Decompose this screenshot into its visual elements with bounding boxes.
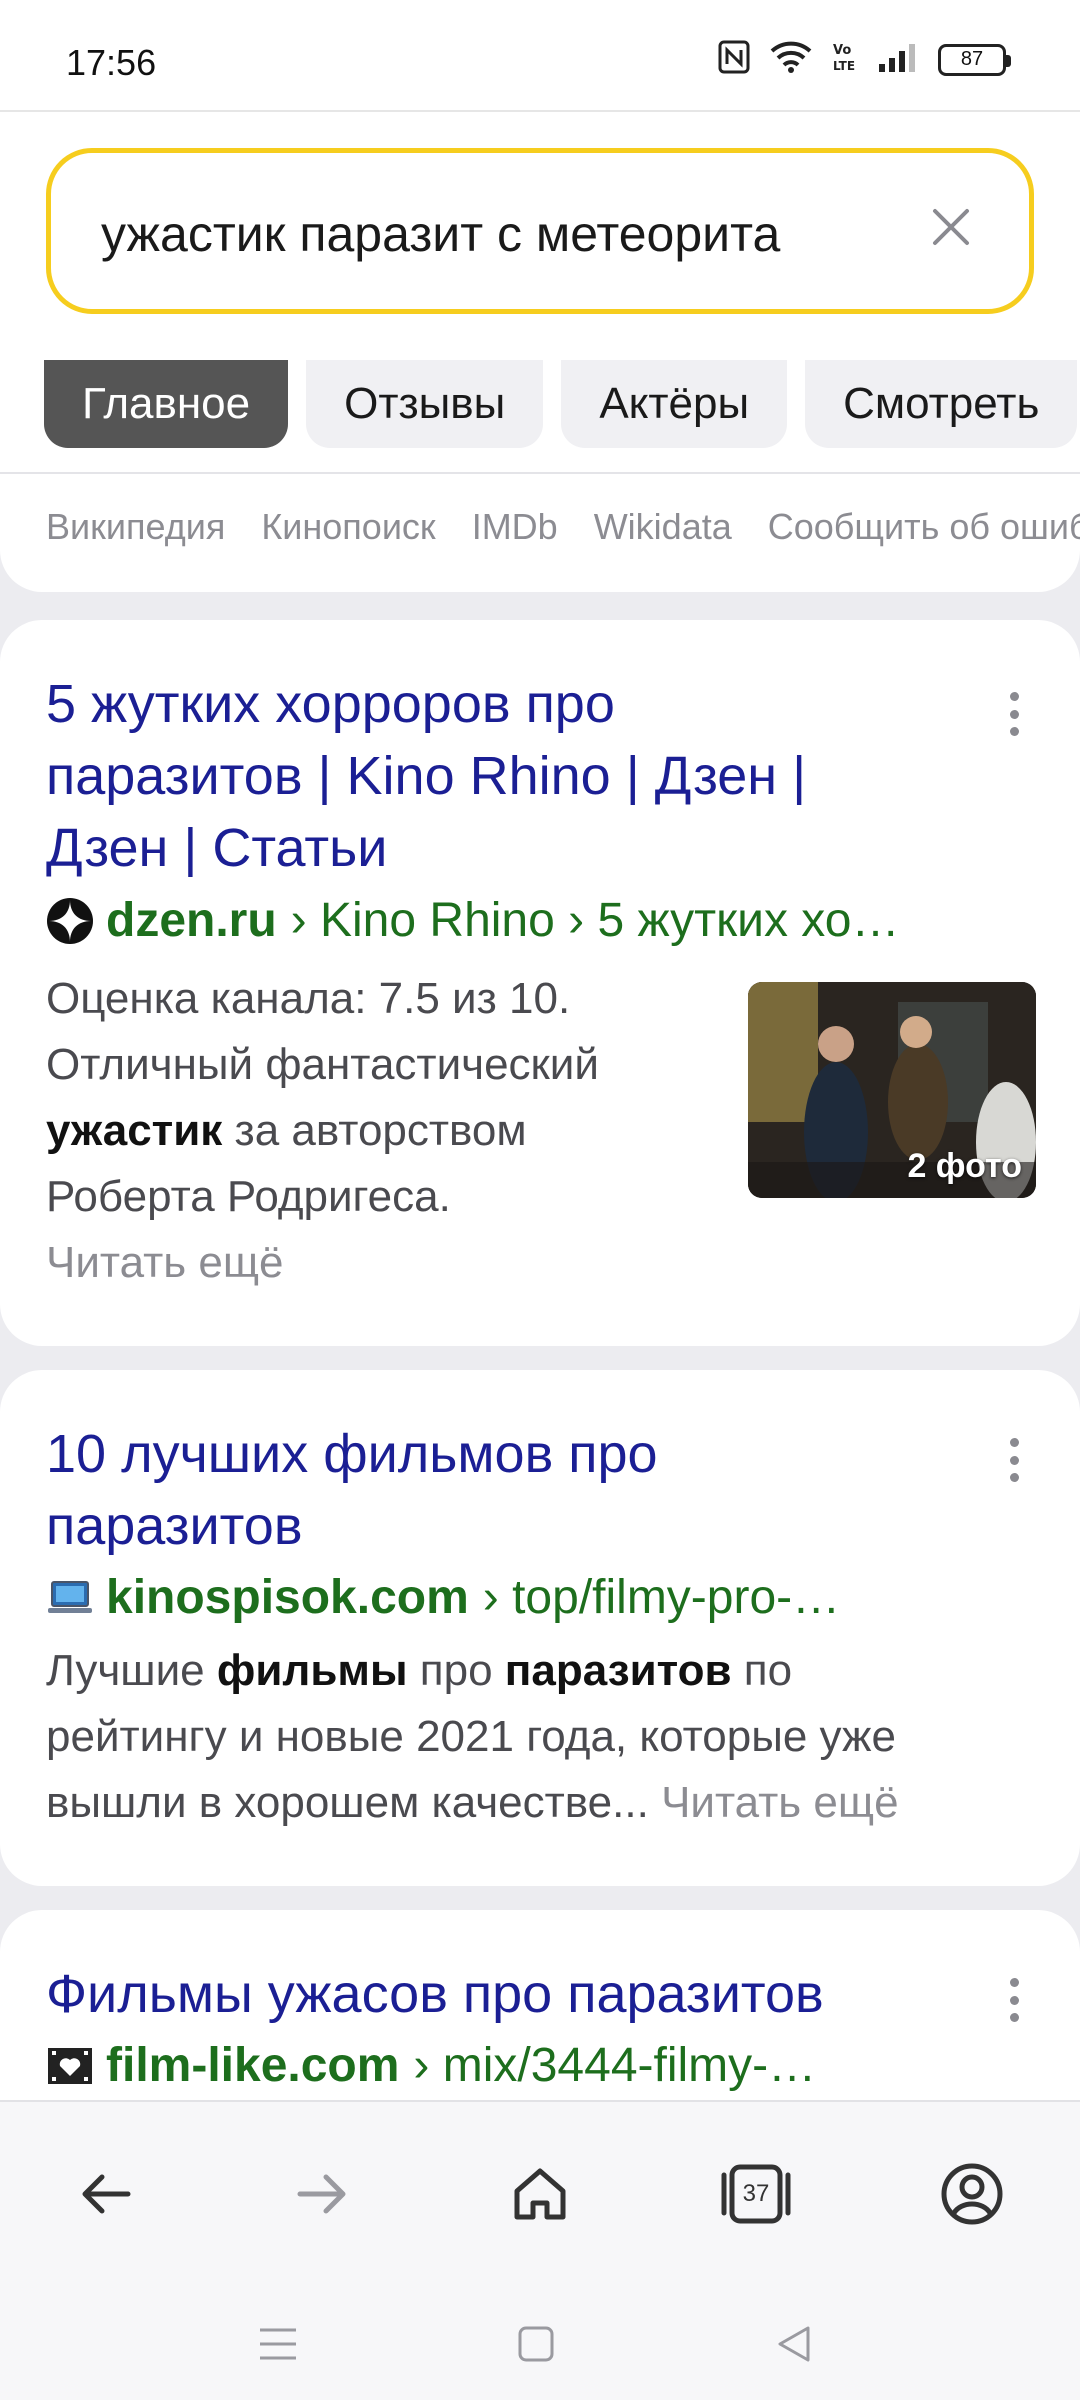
- result-url[interactable]: film-like.com › mix/3444-filmy-…: [46, 2038, 816, 2093]
- snippet-highlight: фильмы: [216, 1646, 408, 1695]
- link-imdb[interactable]: IMDb: [472, 506, 558, 548]
- svg-text:Vo: Vo: [833, 43, 851, 58]
- status-bar: 17:56 Vo LTE 87: [0, 0, 1080, 110]
- snippet-text: вышли в хорошем качестве...: [46, 1778, 662, 1827]
- nfc-icon: [718, 40, 750, 79]
- volte-icon: Vo LTE: [832, 40, 858, 79]
- more-options-button[interactable]: [994, 1970, 1034, 2030]
- snippet-line: вышли в хорошем качестве... Читать ещё: [46, 1770, 1046, 1836]
- arrow-right-icon: [297, 2174, 346, 2214]
- result-domain[interactable]: kinospisok.com: [106, 1570, 469, 1625]
- status-icons: Vo LTE 87: [718, 40, 1011, 79]
- tabs-count: 37: [742, 2180, 770, 2207]
- tabs-button[interactable]: 37: [716, 2154, 796, 2234]
- result-title-link[interactable]: 10 лучших фильмов про паразитов: [46, 1418, 658, 1562]
- result-snippet: Оценка канала: 7.5 из 10. Отличный фанта…: [46, 966, 726, 1296]
- back-button[interactable]: [66, 2154, 146, 2234]
- result-url[interactable]: kinospisok.com › top/filmy-pro-…: [46, 1570, 840, 1625]
- read-more-link[interactable]: Читать ещё: [46, 1230, 726, 1296]
- triangle-back-icon: [778, 2326, 810, 2362]
- result-tabs: Главное Отзывы Актёры Смотреть: [44, 360, 1078, 448]
- snippet-text: Лучшие: [46, 1646, 217, 1695]
- snippet-line: Оценка канала: 7.5 из 10.: [46, 974, 571, 1023]
- snippet-line: Лучшие фильмы про паразитов по: [46, 1638, 1046, 1704]
- result-title-line[interactable]: 5 жутких хорроров про: [46, 668, 806, 740]
- signal-icon: [878, 42, 918, 77]
- browser-bottom-bar: 37: [0, 2100, 1080, 2400]
- close-icon: [933, 209, 969, 245]
- result-title-line[interactable]: паразитов: [46, 1490, 658, 1562]
- snippet-highlight: паразитов: [504, 1646, 732, 1695]
- result-title-line[interactable]: 10 лучших фильмов про: [46, 1418, 658, 1490]
- result-title-line[interactable]: Дзен | Статьи: [46, 812, 806, 884]
- divider: [0, 472, 1080, 474]
- menu-icon: [260, 2328, 296, 2360]
- account-icon: [941, 2163, 1003, 2225]
- result-path[interactable]: › top/filmy-pro-…: [483, 1570, 840, 1625]
- result-thumbnail[interactable]: 2 фото: [748, 982, 1036, 1198]
- forward-button[interactable]: [282, 2154, 362, 2234]
- read-more-link[interactable]: Читать ещё: [661, 1778, 899, 1827]
- square-icon: [518, 2326, 554, 2362]
- result-domain[interactable]: film-like.com: [106, 2038, 399, 2093]
- result-domain[interactable]: dzen.ru: [106, 893, 277, 948]
- source-links: Википедия Кинопоиск IMDb Wikidata Сообщи…: [46, 506, 1080, 548]
- tab-watch[interactable]: Смотреть: [805, 360, 1078, 448]
- link-kinopoisk[interactable]: Кинопоиск: [261, 506, 435, 548]
- wifi-icon: [770, 41, 812, 78]
- home-button[interactable]: [500, 2154, 580, 2234]
- tabs-card: Главное Отзывы Актёры Смотреть: [0, 360, 1080, 592]
- profile-button[interactable]: [932, 2154, 1012, 2234]
- snippet-line: Отличный фантастический: [46, 1040, 599, 1089]
- search-input[interactable]: ужастик паразит с метеорита: [46, 148, 1034, 314]
- home-icon: [514, 2168, 566, 2220]
- film-favicon-icon: [46, 2046, 94, 2086]
- dzen-favicon-icon: [46, 897, 94, 945]
- tab-reviews[interactable]: Отзывы: [306, 360, 544, 448]
- snippet-line: рейтингу и новые 2021 года, которые уже: [46, 1712, 896, 1761]
- snippet-highlight: ужастик: [46, 1106, 223, 1155]
- snippet-text: за авторством: [222, 1106, 527, 1155]
- status-time: 17:56: [66, 42, 157, 83]
- recent-apps-button[interactable]: [248, 2314, 308, 2374]
- clear-search-button[interactable]: [919, 195, 983, 259]
- result-path[interactable]: › mix/3444-filmy-…: [413, 2038, 816, 2093]
- result-title-line[interactable]: паразитов | Kino Rhino | Дзен |: [46, 740, 806, 812]
- snippet-line: Роберта Родригеса.: [46, 1172, 451, 1221]
- more-options-button[interactable]: [994, 684, 1034, 744]
- svg-text:LTE: LTE: [833, 59, 855, 73]
- system-back-button[interactable]: [764, 2314, 824, 2374]
- search-query[interactable]: ужастик паразит с метеорита: [101, 205, 780, 263]
- snippet-text: про: [407, 1646, 505, 1695]
- link-wikipedia[interactable]: Википедия: [46, 506, 225, 548]
- link-wikidata[interactable]: Wikidata: [594, 506, 732, 548]
- more-options-button[interactable]: [994, 1430, 1034, 1490]
- search-header: ужастик паразит с метеорита: [0, 110, 1080, 360]
- snippet-line: ужастик за авторством: [46, 1098, 726, 1164]
- result-title-link[interactable]: 5 жутких хорроров про паразитов | Kino R…: [46, 668, 806, 884]
- snippet-text: по: [731, 1646, 793, 1695]
- tab-actors[interactable]: Актёры: [561, 360, 788, 448]
- link-report-error[interactable]: Сообщить об ошибке: [768, 506, 1080, 548]
- battery-icon: 87: [938, 43, 1011, 76]
- result-snippet: Лучшие фильмы про паразитов по рейтингу …: [46, 1638, 1046, 1836]
- laptop-favicon-icon: [46, 1578, 94, 1618]
- arrow-left-icon: [82, 2174, 131, 2214]
- tab-main[interactable]: Главное: [44, 360, 289, 448]
- result-url[interactable]: dzen.ru › Kino Rhino › 5 жутких хо…: [46, 893, 899, 948]
- system-home-button[interactable]: [506, 2314, 566, 2374]
- result-title-link[interactable]: Фильмы ужасов про паразитов: [46, 1958, 824, 2030]
- photo-count-badge: 2 фото: [907, 1147, 1022, 1185]
- result-path[interactable]: › Kino Rhino › 5 жутких хо…: [291, 893, 900, 948]
